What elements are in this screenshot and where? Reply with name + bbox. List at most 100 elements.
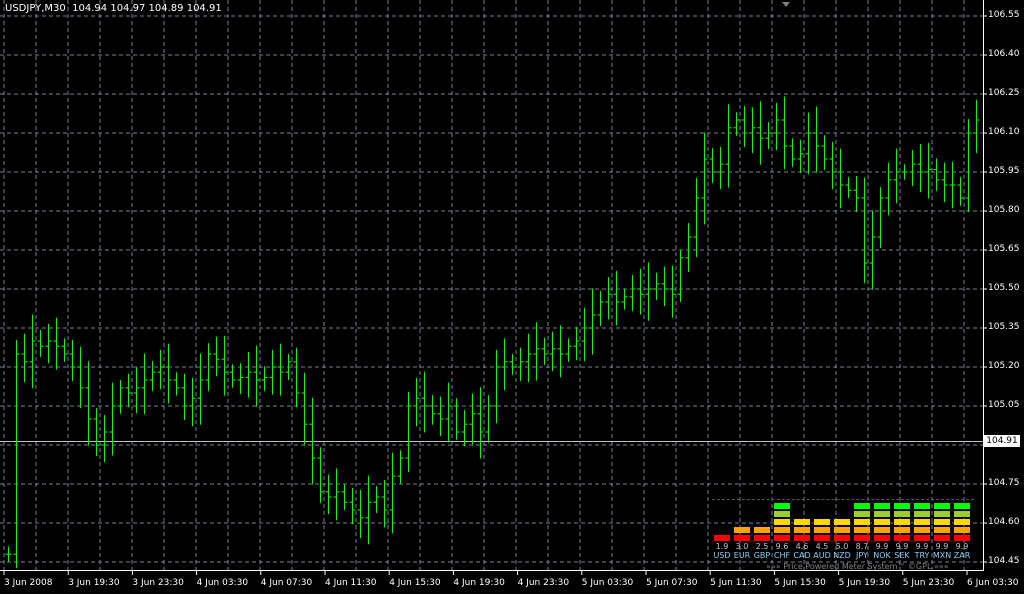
symbol-label: USDJPY,M30: [5, 3, 66, 14]
meter-level-bar: [954, 535, 970, 541]
time-tick-label: 5 Jun 07:30: [646, 578, 698, 588]
meter-level-bar: [854, 503, 870, 509]
meter-column-aud: 4.5 AUD: [812, 496, 832, 560]
meter-level-bar: [834, 519, 850, 525]
meter-currency-label: MXN: [932, 551, 952, 560]
meter-level-bar: [714, 535, 730, 541]
meter-level-bar: [874, 511, 890, 517]
meter-level-bar: [934, 519, 950, 525]
low-value: 104.89: [148, 3, 184, 14]
meter-column-nok: 9.9 NOK: [872, 496, 892, 560]
meter-currency-label: CHF: [773, 551, 791, 560]
meter-level-bar: [774, 535, 790, 541]
time-tick-label: 3 Jun 2008: [4, 578, 53, 588]
metatrader-chart-window: USDJPY,M30 104.94 104.97 104.89 104.91 1…: [0, 0, 1024, 594]
meter-column-cad: 4.6 CAD: [792, 496, 812, 560]
meter-value: 3.0: [735, 542, 749, 551]
price-tick-label: 105.65: [988, 244, 1020, 254]
meter-level-bar: [734, 535, 750, 541]
meter-level-bar: [854, 519, 870, 525]
current-price-label: 104.91: [984, 435, 1020, 447]
meter-level-bar: [814, 519, 830, 525]
time-tick-label: 4 Jun 11:30: [325, 578, 377, 588]
meter-level-bar: [894, 511, 910, 517]
meter-level-bar: [894, 503, 910, 509]
meter-currency-label: TRY: [914, 551, 930, 560]
meter-column-usd: 1.9 USD: [712, 496, 732, 560]
price-tick-label: 104.75: [988, 478, 1020, 488]
price-tick-label: 105.95: [988, 166, 1020, 176]
meter-value: 5.0: [835, 542, 849, 551]
meter-currency-label: NZD: [833, 551, 851, 560]
time-tick-label: 4 Jun 03:30: [196, 578, 249, 588]
meter-currency-label: USD: [713, 551, 731, 560]
time-tick-label: 5 Jun 11:30: [710, 578, 762, 588]
meter-level-bar: [954, 503, 970, 509]
meter-value: 1.9: [715, 542, 729, 551]
meter-level-bar: [874, 503, 890, 509]
meter-level-bar: [894, 535, 910, 541]
meter-level-bar: [894, 519, 910, 525]
price-tick-label: 104.60: [988, 517, 1020, 527]
meter-level-bar: [754, 527, 770, 533]
close-value: 104.91: [186, 3, 222, 14]
time-tick-label: 6 Jun 03:30: [967, 578, 1019, 588]
meter-level-bar: [854, 535, 870, 541]
meter-column-zar: 9.9 ZAR: [952, 496, 972, 560]
meter-level-bar: [774, 527, 790, 533]
meter-level-bar: [914, 503, 930, 509]
meter-value: 4.5: [815, 542, 829, 551]
meter-value: 4.6: [795, 542, 809, 551]
meter-footer: »»» Price Powered Meter System™ ©GPL «««: [766, 562, 949, 571]
meter-level-bar: [914, 535, 930, 541]
meter-level-bar: [734, 527, 750, 533]
meter-level-bar: [954, 519, 970, 525]
meter-level-bar: [894, 527, 910, 533]
meter-currency-label: EUR: [733, 551, 751, 560]
meter-column-nzd: 5.0 NZD: [832, 496, 852, 560]
meter-currency-label: AUD: [813, 551, 831, 560]
meter-level-bar: [934, 503, 950, 509]
meter-column-sek: 9.9 SEK: [892, 496, 912, 560]
time-tick-label: 5 Jun 03:30: [581, 578, 634, 588]
meter-currency-label: NOK: [873, 551, 891, 560]
meter-column-chf: 9.6 CHF: [772, 496, 792, 560]
meter-level-bar: [854, 511, 870, 517]
time-tick-label: 4 Jun 23:30: [517, 578, 570, 588]
meter-level-bar: [854, 527, 870, 533]
time-tick-label: 4 Jun 07:30: [260, 578, 313, 588]
meter-column-gbp: 2.5 GBP: [752, 496, 772, 560]
price-tick-label: 105.20: [988, 361, 1020, 371]
meter-level-bar: [934, 511, 950, 517]
time-tick-label: 3 Jun 19:30: [68, 578, 120, 588]
time-tick-label: 4 Jun 15:30: [389, 578, 441, 588]
price-tick-label: 106.55: [988, 10, 1020, 20]
chart-title: USDJPY,M30 104.94 104.97 104.89 104.91: [5, 3, 222, 14]
meter-level-bar: [774, 519, 790, 525]
meter-level-bar: [814, 527, 830, 533]
meter-level-bar: [914, 511, 930, 517]
meter-value: 9.9: [915, 542, 929, 551]
price-tick-label: 104.45: [988, 556, 1020, 566]
price-tick-label: 106.40: [988, 49, 1020, 59]
meter-level-bar: [834, 527, 850, 533]
meter-level-bar: [934, 527, 950, 533]
time-tick-label: 5 Jun 19:30: [838, 578, 891, 588]
time-tick-label: 5 Jun 23:30: [902, 578, 955, 588]
meter-level-bar: [914, 527, 930, 533]
chart-shift-marker: [782, 2, 790, 7]
meter-value: 8.7: [855, 542, 869, 551]
meter-level-bar: [934, 535, 950, 541]
time-tick-label: 5 Jun 15:30: [774, 578, 826, 588]
meter-level-bar: [874, 535, 890, 541]
meter-currency-label: ZAR: [953, 551, 971, 560]
meter-column-try: 9.9 TRY: [912, 496, 932, 560]
meter-column-eur: 3.0 EUR: [732, 496, 752, 560]
meter-value: 9.9: [935, 542, 949, 551]
meter-column-mxn: 9.9 MXN: [932, 496, 952, 560]
meter-value: 2.5: [755, 542, 769, 551]
price-tick-label: 106.10: [988, 127, 1020, 137]
meter-currency-label: SEK: [894, 551, 910, 560]
meter-column-jpy: 8.7 JPY: [852, 496, 872, 560]
open-value: 104.94: [72, 3, 108, 14]
